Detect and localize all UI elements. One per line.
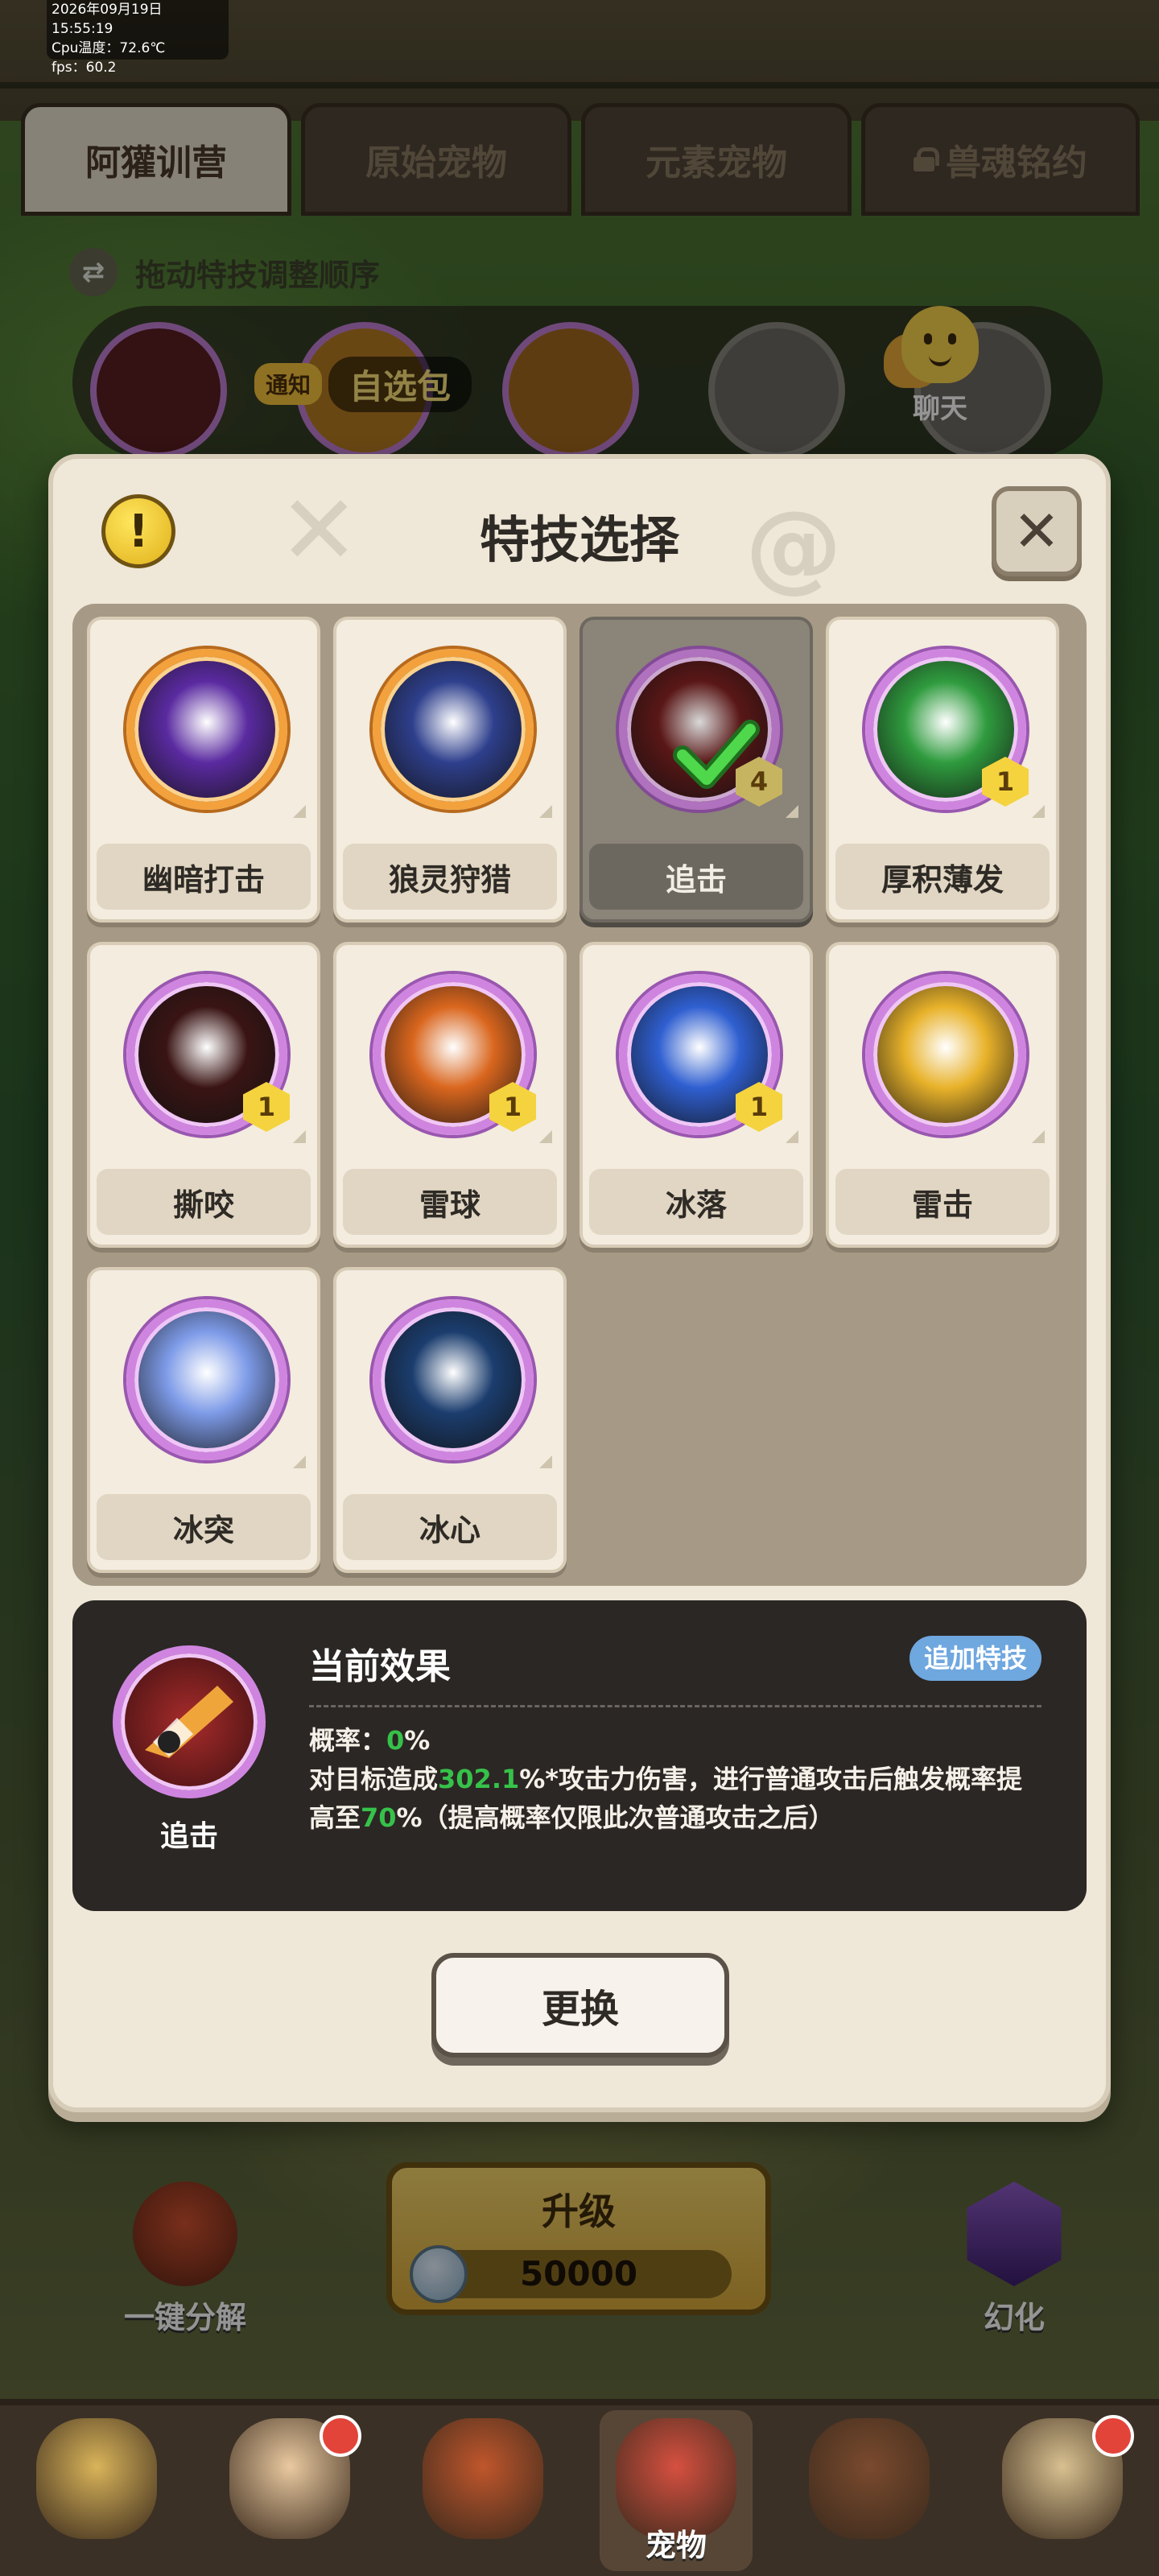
damage-suffix: %（提高概率仅限此次普通攻击之后）	[396, 1802, 835, 1833]
add-skill-button[interactable]: 追加特技	[909, 1636, 1041, 1681]
corner-decoration	[539, 1455, 552, 1468]
skill-icon	[126, 1299, 287, 1460]
change-button[interactable]: 更换	[431, 1953, 729, 2058]
corner-decoration	[786, 1130, 798, 1143]
skill-name: 雷球	[343, 1169, 557, 1235]
nav-label: 宠物	[645, 2528, 707, 2563]
effect-description: 概率：0% 对目标造成302.1%*攻击力伤害，进行普通攻击后触发概率提高至70…	[309, 1721, 1046, 1837]
damage-value: 302.1	[438, 1764, 520, 1794]
corner-decoration	[293, 805, 306, 818]
nav-avatar-icon	[423, 2418, 543, 2539]
corner-decoration	[293, 1455, 306, 1468]
debug-overlay: 2026年09月19日 15:55:19 Cpu温度：72.6℃ fps：60.…	[47, 0, 229, 76]
skill-name: 厚积薄发	[835, 844, 1050, 910]
skill-name: 追击	[589, 844, 803, 910]
damage-prefix: 对目标造成	[309, 1764, 439, 1794]
skill-card[interactable]: 1 雷球	[333, 942, 567, 1248]
skill-card[interactable]: 1 厚积薄发	[826, 617, 1059, 923]
skill-name: 雷击	[835, 1169, 1050, 1235]
damage-line: 对目标造成302.1%*攻击力伤害，进行普通攻击后触发概率提高至70%（提高概率…	[309, 1760, 1046, 1837]
raised-probability-value: 70	[361, 1802, 397, 1833]
skill-icon	[373, 649, 534, 810]
probability-value: 0	[386, 1725, 405, 1756]
debug-datetime: 2026年09月19日 15:55:19	[52, 2, 163, 37]
skill-card[interactable]: 冰心	[333, 1267, 567, 1573]
skill-card[interactable]: 雷击	[826, 942, 1059, 1248]
close-button[interactable]: ✕	[992, 486, 1082, 576]
nav-item[interactable]	[793, 2410, 946, 2571]
skill-name: 冰突	[97, 1494, 311, 1560]
dialog-title: 特技选择	[479, 510, 679, 569]
corner-decoration	[786, 805, 798, 818]
corner-decoration	[1032, 805, 1045, 818]
corner-decoration	[293, 1130, 306, 1143]
skill-name: 幽暗打击	[97, 844, 311, 910]
skill-name: 冰心	[343, 1494, 557, 1560]
skill-name: 撕咬	[97, 1169, 311, 1235]
divider	[309, 1705, 1041, 1707]
effect-skill-name: 追击	[159, 1820, 218, 1853]
skill-card[interactable]: 1 冰落	[580, 942, 813, 1248]
corner-decoration	[539, 805, 552, 818]
debug-fps: fps：60.2	[52, 60, 117, 76]
skill-card[interactable]: 幽暗打击	[87, 617, 320, 923]
nav-avatar-icon	[36, 2418, 157, 2539]
probability-label: 概率：	[309, 1725, 387, 1756]
nav-item[interactable]: 宠物	[600, 2410, 753, 2571]
skill-select-dialog: ✕ @ ! 特技选择 ✕ 幽暗打击 狼灵狩猎 4 追击 1 厚积薄发 1 撕咬 1 雷球 1 冰落 雷击…	[48, 454, 1111, 2112]
skill-icon	[126, 649, 287, 810]
skill-icon	[865, 974, 1026, 1135]
nav-item[interactable]	[213, 2410, 366, 2571]
corner-decoration	[1032, 1130, 1045, 1143]
nav-avatar-icon	[809, 2418, 930, 2539]
nav-item[interactable]	[20, 2410, 173, 2571]
bottom-navigation: 宠物	[0, 2399, 1159, 2576]
skill-card[interactable]: 冰突	[87, 1267, 320, 1573]
notification-bell-icon	[1092, 2415, 1134, 2457]
effect-title: 当前效果	[309, 1646, 451, 1687]
current-effect-panel: 追击 当前效果 追加特技 概率：0% 对目标造成302.1%*攻击力伤害，进行普…	[72, 1600, 1087, 1911]
skill-grid: 幽暗打击 狼灵狩猎 4 追击 1 厚积薄发 1 撕咬 1 雷球 1 冰落 雷击冰突 冰心	[72, 604, 1087, 1586]
nav-item[interactable]	[986, 2410, 1139, 2571]
corner-decoration	[539, 1130, 552, 1143]
skill-name: 冰落	[589, 1169, 803, 1235]
skill-icon	[373, 1299, 534, 1460]
skill-name: 狼灵狩猎	[343, 844, 557, 910]
skill-card[interactable]: 1 撕咬	[87, 942, 320, 1248]
debug-cpu: Cpu温度：72.6℃	[52, 40, 166, 56]
skill-card[interactable]: 狼灵狩猎	[333, 617, 567, 923]
probability-line: 概率：0%	[309, 1721, 1046, 1760]
close-icon: ✕	[1013, 498, 1061, 564]
pursuit-skill-icon	[113, 1645, 266, 1798]
nav-item[interactable]	[406, 2410, 559, 2571]
percent-sign: %	[404, 1725, 431, 1756]
notification-bell-icon	[320, 2415, 361, 2457]
skill-card[interactable]: 4 追击	[580, 617, 813, 923]
